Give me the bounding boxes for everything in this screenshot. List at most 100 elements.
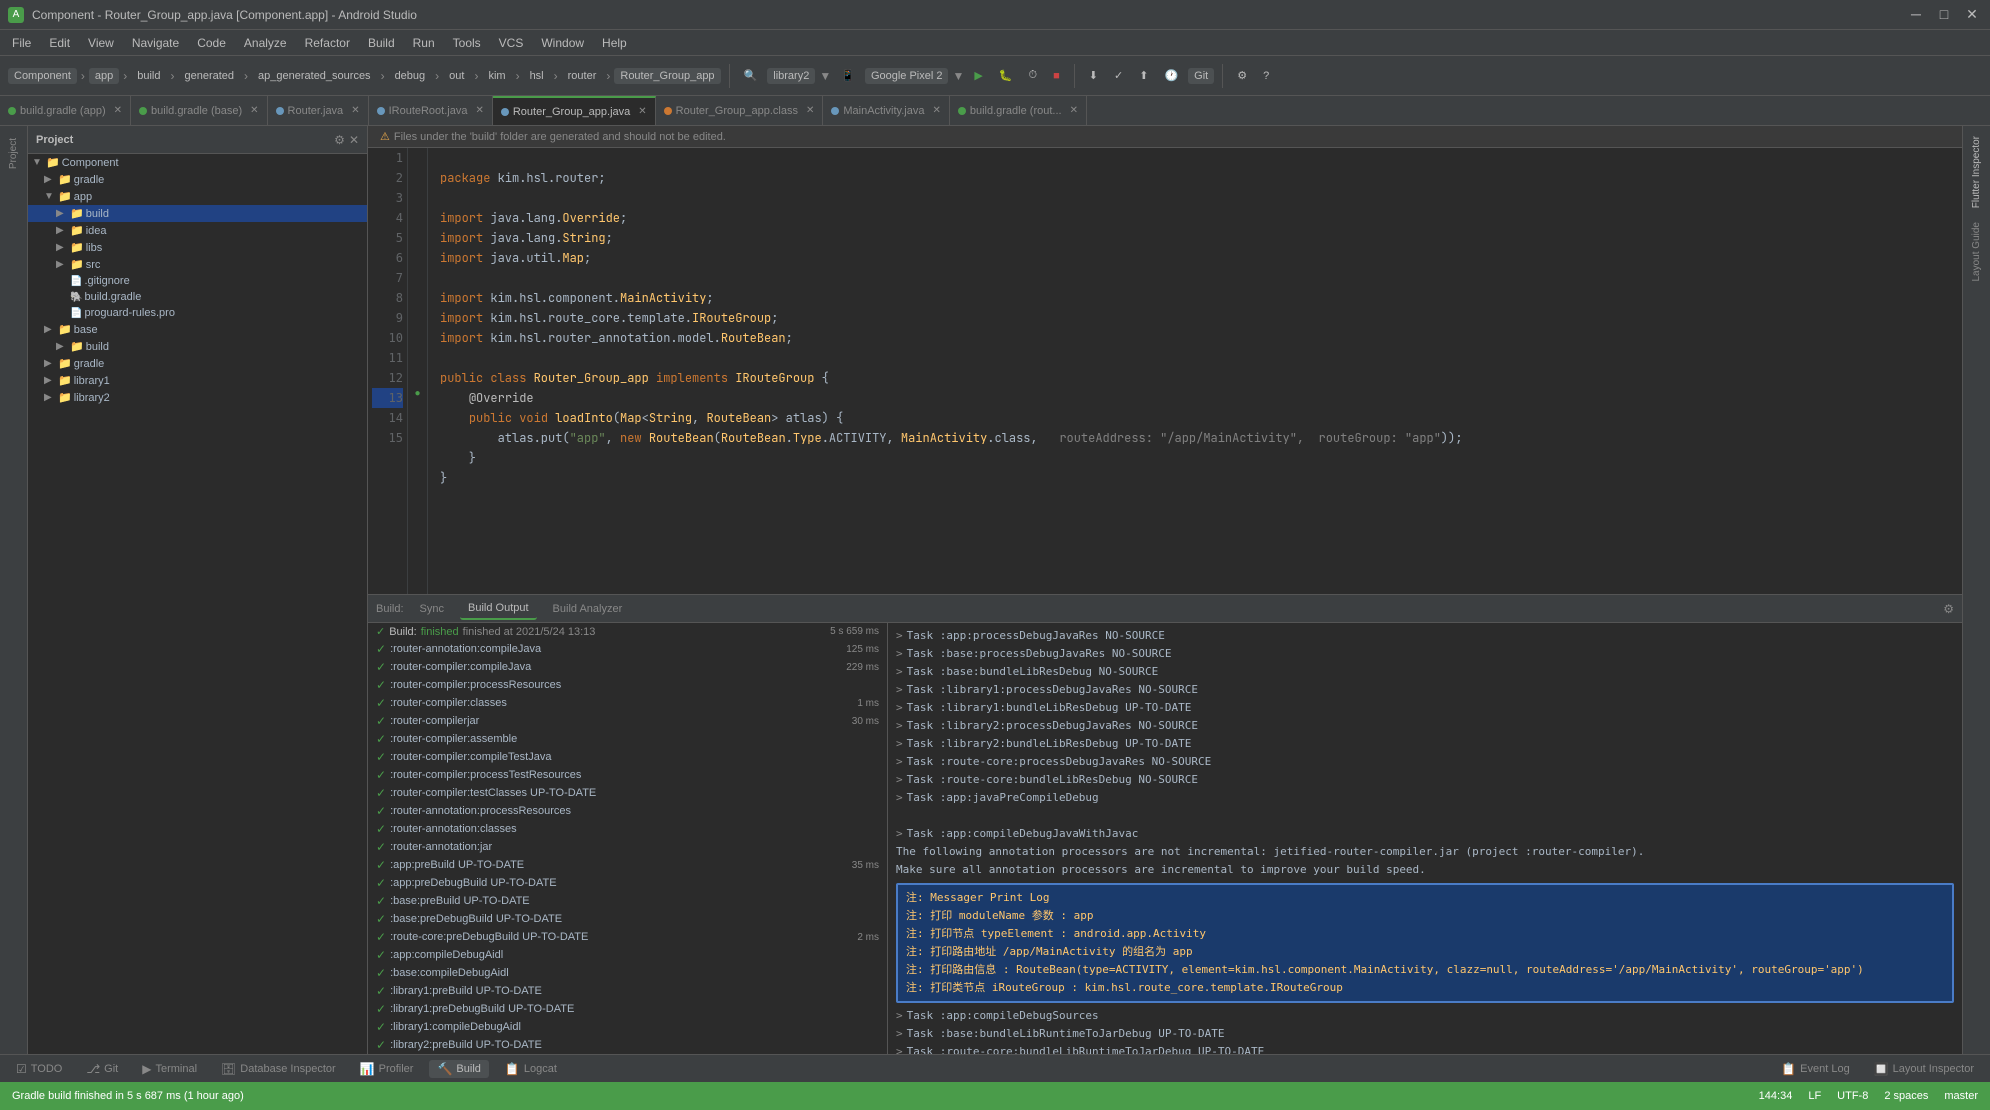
tree-item-libs[interactable]: ▶ 📁 libs <box>28 239 367 256</box>
build-tab-analyzer[interactable]: Build Analyzer <box>545 599 631 619</box>
layout-guide-label[interactable]: Layout Guide <box>1969 216 1984 288</box>
toolbar-vcs-commit[interactable]: ✓ <box>1108 66 1129 85</box>
menu-code[interactable]: Code <box>189 34 234 52</box>
tree-item-src[interactable]: ▶ 📁 src <box>28 256 367 273</box>
close-button[interactable]: ✕ <box>1962 6 1982 23</box>
tree-item-base[interactable]: ▶ 📁 base <box>28 321 367 338</box>
toolbar-path4[interactable]: debug <box>389 67 432 85</box>
toolbar-run-btn[interactable]: ▶ <box>968 66 988 85</box>
tab-mainactivity-java[interactable]: MainActivity.java ✕ <box>823 96 950 125</box>
tree-item-build[interactable]: ▶ 📁 build <box>28 205 367 222</box>
tree-item-library2[interactable]: ▶ 📁 library2 <box>28 389 367 406</box>
tree-item-idea[interactable]: ▶ 📁 idea <box>28 222 367 239</box>
toolbar-path5[interactable]: out <box>443 67 470 85</box>
tab-close-mainactivity-java[interactable]: ✕ <box>932 105 940 116</box>
tab-build-gradle-base[interactable]: build.gradle (base) ✕ <box>131 96 268 125</box>
build-item-12[interactable]: ✓ :app:preBuild UP-TO-DATE 35 ms <box>368 856 887 874</box>
build-item-5[interactable]: ✓ :router-compiler:assemble <box>368 730 887 748</box>
tab-close-build-gradle-base[interactable]: ✕ <box>250 105 258 116</box>
build-tab-output[interactable]: Build Output <box>460 598 537 620</box>
tree-item-gitignore[interactable]: 📄 .gitignore <box>28 273 367 289</box>
minimize-button[interactable]: ─ <box>1906 6 1926 23</box>
build-item-8[interactable]: ✓ :router-compiler:testClasses UP-TO-DAT… <box>368 784 887 802</box>
project-panel-close[interactable]: ✕ <box>349 133 359 147</box>
toolbar-run-config[interactable]: library2 <box>767 68 815 84</box>
build-item-6[interactable]: ✓ :router-compiler:compileTestJava <box>368 748 887 766</box>
build-item-16[interactable]: ✓ :route-core:preDebugBuild UP-TO-DATE 2… <box>368 928 887 946</box>
toolbar-help-btn[interactable]: ? <box>1257 67 1275 85</box>
toolbar-path1[interactable]: build <box>131 67 166 85</box>
menu-refactor[interactable]: Refactor <box>297 34 358 52</box>
toolbar-path2[interactable]: generated <box>178 67 240 85</box>
build-panel-gear[interactable]: ⚙ <box>1943 602 1954 616</box>
build-item-7[interactable]: ✓ :router-compiler:processTestResources <box>368 766 887 784</box>
bottom-tab-todo[interactable]: ☑ TODO <box>8 1060 70 1078</box>
toolbar-path6[interactable]: kim <box>482 67 511 85</box>
breakpoint-icon[interactable]: ● <box>414 388 420 408</box>
code-content[interactable]: package kim.hsl.router; import java.lang… <box>428 148 1962 594</box>
toolbar-profile-btn[interactable]: ⏱ <box>1023 66 1044 85</box>
toolbar-vcs-push[interactable]: ⬆ <box>1133 66 1154 85</box>
menu-window[interactable]: Window <box>533 34 592 52</box>
tree-item-app[interactable]: ▼ 📁 app <box>28 188 367 205</box>
build-item-15[interactable]: ✓ :base:preDebugBuild UP-TO-DATE <box>368 910 887 928</box>
tree-item-gradle-root[interactable]: ▶ 📁 gradle <box>28 171 367 188</box>
toolbar-device-label[interactable]: Google Pixel 2 <box>865 68 949 84</box>
build-item-1[interactable]: ✓ :router-compiler:compileJava 229 ms <box>368 658 887 676</box>
toolbar-module-label[interactable]: app <box>89 68 119 84</box>
tree-item-gradle[interactable]: ▶ 📁 gradle <box>28 355 367 372</box>
build-item-3[interactable]: ✓ :router-compiler:classes 1 ms <box>368 694 887 712</box>
toolbar-vcs-label[interactable]: Git <box>1188 68 1214 84</box>
menu-view[interactable]: View <box>80 34 122 52</box>
tab-close-build-gradle-rout[interactable]: ✕ <box>1070 105 1078 116</box>
build-item-19[interactable]: ✓ :library1:preBuild UP-TO-DATE <box>368 982 887 1000</box>
build-item-2[interactable]: ✓ :router-compiler:processResources <box>368 676 887 694</box>
tree-item-library1[interactable]: ▶ 📁 library1 <box>28 372 367 389</box>
build-item-20[interactable]: ✓ :library1:preDebugBuild UP-TO-DATE <box>368 1000 887 1018</box>
tab-irouteroot-java[interactable]: IRouteRoot.java ✕ <box>369 96 493 125</box>
bottom-tab-database[interactable]: 🗄 Database Inspector <box>213 1060 344 1078</box>
build-item-11[interactable]: ✓ :router-annotation:jar <box>368 838 887 856</box>
bottom-tab-eventlog[interactable]: 📋 Event Log <box>1773 1060 1858 1078</box>
toolbar-path8[interactable]: router <box>562 67 603 85</box>
menu-help[interactable]: Help <box>594 34 635 52</box>
build-item-10[interactable]: ✓ :router-annotation:classes <box>368 820 887 838</box>
toolbar-search-btn[interactable]: 🔍 <box>738 66 764 85</box>
toolbar-project-label[interactable]: Component <box>8 68 77 84</box>
bottom-tab-logcat[interactable]: 📋 Logcat <box>497 1060 565 1078</box>
menu-analyze[interactable]: Analyze <box>236 34 295 52</box>
bottom-tab-build[interactable]: 🔨 Build <box>429 1060 488 1078</box>
build-item-18[interactable]: ✓ :base:compileDebugAidl <box>368 964 887 982</box>
build-item-14[interactable]: ✓ :base:preBuild UP-TO-DATE <box>368 892 887 910</box>
build-tab-sync[interactable]: Sync <box>412 599 452 619</box>
menu-tools[interactable]: Tools <box>445 34 489 52</box>
build-item-0[interactable]: ✓ :router-annotation:compileJava 125 ms <box>368 640 887 658</box>
toolbar-vcs-history[interactable]: 🕐 <box>1158 66 1184 85</box>
tree-item-component[interactable]: ▼ 📁 Component <box>28 154 367 171</box>
build-item-4[interactable]: ✓ :router-compilerjar 30 ms <box>368 712 887 730</box>
menu-run[interactable]: Run <box>405 34 443 52</box>
bottom-tab-terminal[interactable]: ▶ Terminal <box>134 1060 205 1078</box>
tab-build-gradle-app[interactable]: build.gradle (app) ✕ <box>0 96 131 125</box>
build-item-21[interactable]: ✓ :library1:compileDebugAidl <box>368 1018 887 1036</box>
toolbar-file-label[interactable]: Router_Group_app <box>614 68 720 84</box>
tab-close-router-group-app-class[interactable]: ✕ <box>806 105 814 116</box>
toolbar-path3[interactable]: ap_generated_sources <box>252 67 377 85</box>
toolbar-vcs-update[interactable]: ⬇ <box>1083 66 1104 85</box>
menu-vcs[interactable]: VCS <box>491 34 532 52</box>
menu-build[interactable]: Build <box>360 34 403 52</box>
tab-close-router-group-app-java[interactable]: ✕ <box>638 106 646 117</box>
menu-file[interactable]: File <box>4 34 39 52</box>
tab-close-irouteroot-java[interactable]: ✕ <box>475 105 483 116</box>
toolbar-path7[interactable]: hsl <box>524 67 550 85</box>
tree-item-base-build[interactable]: ▶ 📁 build <box>28 338 367 355</box>
build-item-13[interactable]: ✓ :app:preDebugBuild UP-TO-DATE <box>368 874 887 892</box>
tab-close-router-java[interactable]: ✕ <box>351 105 359 116</box>
tab-router-group-app-class[interactable]: Router_Group_app.class ✕ <box>656 96 824 125</box>
project-panel-gear[interactable]: ⚙ <box>334 133 345 147</box>
tab-close-build-gradle-app[interactable]: ✕ <box>114 105 122 116</box>
tree-item-build-gradle[interactable]: 🐘 build.gradle <box>28 289 367 305</box>
menu-edit[interactable]: Edit <box>41 34 78 52</box>
bottom-tab-profiler[interactable]: 📊 Profiler <box>352 1060 422 1078</box>
toolbar-debug-btn[interactable]: 🐛 <box>993 66 1019 85</box>
